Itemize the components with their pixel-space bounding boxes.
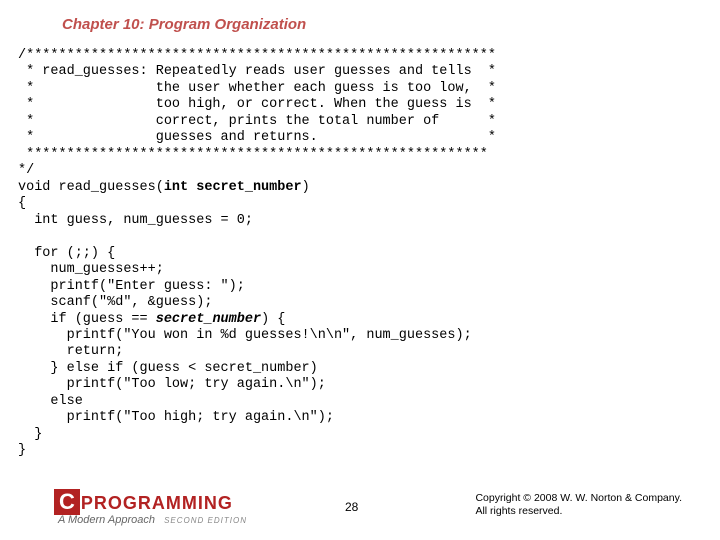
comment-l3: * too high, or correct. When the guess i… [18, 97, 496, 112]
copyright-l1: Copyright © 2008 W. W. Norton & Company. [475, 492, 682, 505]
comment-l2: * the user whether each guess is too low… [18, 81, 496, 96]
printf-won: printf("You won in %d guesses!\n\n", num… [18, 328, 472, 343]
copyright-l2: All rights reserved. [475, 505, 682, 518]
for-line: for (;;) { [18, 246, 115, 261]
fn-sig-pre: void read_guesses( [18, 180, 164, 195]
logo-text: PROGRAMMING [81, 493, 233, 514]
comment-l5: * guesses and returns. * [18, 130, 496, 145]
inc-line: num_guesses++; [18, 262, 164, 277]
printf-high: printf("Too high; try again.\n"); [18, 410, 334, 425]
for-close: } [18, 427, 42, 442]
brace-close: } [18, 443, 26, 458]
fn-sig-post: ) [302, 180, 310, 195]
comment-l1: * read_guesses: Repeatedly reads user gu… [18, 64, 496, 79]
logo-sub-text: A Modern Approach [58, 514, 155, 526]
book-logo: C PROGRAMMING A Modern Approach SECOND E… [54, 489, 284, 526]
return-line: return; [18, 344, 123, 359]
comment-l4: * correct, prints the total number of * [18, 114, 496, 129]
copyright: Copyright © 2008 W. W. Norton & Company.… [475, 492, 682, 518]
logo-c-badge: C [54, 489, 80, 515]
elseif-line: } else if (guess < secret_number) [18, 361, 318, 376]
decl-line: int guess, num_guesses = 0; [18, 213, 253, 228]
logo-main: C PROGRAMMING [54, 489, 284, 515]
chapter-title: Chapter 10: Program Organization [62, 16, 306, 33]
fn-sig-param: secret_number [196, 180, 301, 195]
scanf-line: scanf("%d", &guess); [18, 295, 212, 310]
brace-open: { [18, 196, 26, 211]
code-block: /***************************************… [18, 48, 496, 460]
if-secret-number: secret_number [156, 312, 261, 327]
fn-sig-keyword: int [164, 180, 188, 195]
footer: C PROGRAMMING A Modern Approach SECOND E… [0, 482, 720, 526]
comment-bot: ****************************************… [18, 147, 488, 162]
else-line: else [18, 394, 83, 409]
if-post: ) { [261, 312, 285, 327]
page-number: 28 [345, 500, 358, 514]
logo-subtitle: A Modern Approach SECOND EDITION [58, 514, 284, 526]
printf-low: printf("Too low; try again.\n"); [18, 377, 326, 392]
comment-top: /***************************************… [18, 48, 496, 63]
logo-edition: SECOND EDITION [164, 516, 247, 525]
printf-enter: printf("Enter guess: "); [18, 279, 245, 294]
if-pre: if (guess == [18, 312, 156, 327]
comment-tail: */ [18, 163, 34, 178]
